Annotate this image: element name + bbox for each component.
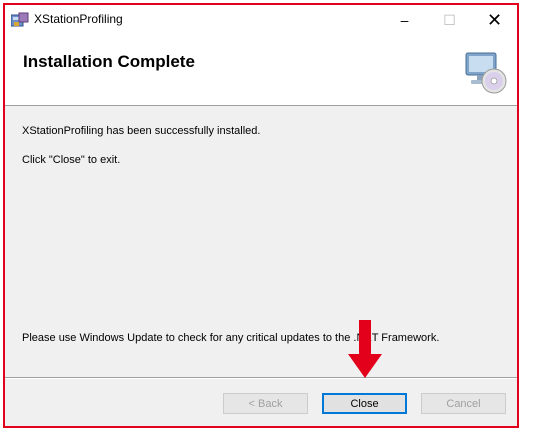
back-button[interactable]: < Back <box>223 393 308 414</box>
page-title: Installation Complete <box>23 52 195 71</box>
computer-cd-icon <box>465 52 507 94</box>
wizard-header: Installation Complete <box>5 35 517 106</box>
close-button[interactable]: Close <box>322 393 407 414</box>
maximize-button[interactable]: ☐ <box>427 5 472 35</box>
red-arrow-annotation-icon <box>348 320 382 378</box>
wizard-footer: < Back Close Cancel <box>5 379 517 426</box>
installer-app-icon <box>11 12 29 27</box>
install-success-message: XStationProfiling has been successfully … <box>22 125 261 137</box>
window-close-button[interactable]: ✕ <box>472 5 517 35</box>
cancel-button[interactable]: Cancel <box>421 393 506 414</box>
installer-window: XStationProfiling – ☐ ✕ Installation Com… <box>3 3 519 428</box>
minimize-button[interactable]: – <box>382 5 427 35</box>
wizard-content: XStationProfiling has been successfully … <box>5 106 517 382</box>
close-instruction-message: Click "Close" to exit. <box>22 154 121 166</box>
title-bar[interactable]: XStationProfiling – ☐ ✕ <box>5 5 517 35</box>
window-title: XStationProfiling <box>34 12 123 26</box>
